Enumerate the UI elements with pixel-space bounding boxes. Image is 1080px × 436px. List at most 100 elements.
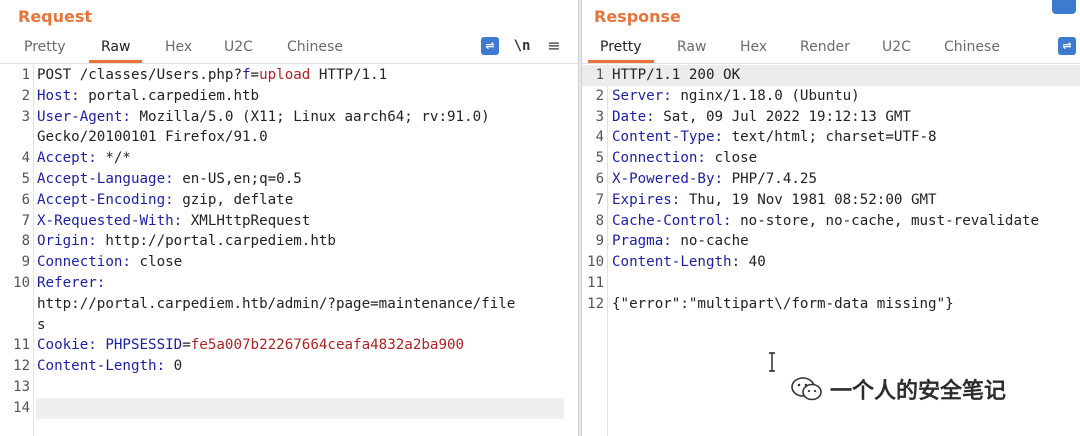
line-value: 0 xyxy=(165,358,183,375)
code-line[interactable]: 2 Server: nginx/1.18.0 (Ubuntu) xyxy=(582,86,1080,107)
line-number: 9 xyxy=(595,233,604,250)
wechat-icon xyxy=(790,376,824,402)
line-number: 7 xyxy=(21,212,30,229)
line-value: HTTP/1.1 200 OK xyxy=(612,67,741,83)
line-value: PHP/7.4.25 xyxy=(723,170,818,187)
line-value: Sat, 09 Jul 2022 19:12:13 GMT xyxy=(654,108,911,125)
line-text: Cookie: PHPSESSID=fe5a007b22267664ceafa4… xyxy=(37,335,464,356)
line-text: Content-Length: 40 xyxy=(612,252,766,273)
code-line[interactable]: s xyxy=(0,315,578,336)
tab-pretty[interactable]: Pretty xyxy=(588,37,653,63)
line-text: Connection: close xyxy=(37,252,182,273)
code-line[interactable]: 14 xyxy=(13,397,564,419)
header-name: Origin: xyxy=(37,233,97,250)
header-name: Connection: xyxy=(612,150,706,167)
menu-icon[interactable]: ≡ xyxy=(545,37,563,55)
line-value: Mozilla/5.0 (X11; Linux aarch64; rv:91.0… xyxy=(130,108,490,125)
line-number: 4 xyxy=(595,129,604,146)
line-value: s xyxy=(37,316,46,333)
line-value: no-cache xyxy=(671,233,749,250)
line-text: HTTP/1.1 200 OK xyxy=(612,65,740,86)
line-text: Cache-Control: no-store, no-cache, must-… xyxy=(612,211,1039,232)
newline-icon[interactable]: \n xyxy=(513,37,531,55)
header-name: Accept-Language: xyxy=(37,170,174,187)
tab-raw[interactable]: Raw xyxy=(88,37,144,63)
watermark-text: 一个人的安全笔记 xyxy=(830,379,1007,404)
tab-chinese[interactable]: Chinese xyxy=(287,37,343,59)
line-value: gzip, deflate xyxy=(173,191,294,208)
header-name: X-Powered-By: xyxy=(612,170,724,187)
line-value: XMLHttpRequest xyxy=(182,212,311,229)
layout-toggle-button[interactable] xyxy=(1052,0,1076,14)
code-line[interactable]: 3 Date: Sat, 09 Jul 2022 19:12:13 GMT xyxy=(582,107,1080,128)
line-number: 10 xyxy=(587,254,604,271)
line-number: 8 xyxy=(595,212,604,229)
line-number: 5 xyxy=(595,150,604,167)
code-line[interactable]: 3 User-Agent: Mozilla/5.0 (X11; Linux aar… xyxy=(0,107,578,128)
line-value: text/html; charset=UTF-8 xyxy=(723,129,937,146)
code-line[interactable]: 8 Cache-Control: no-store, no-cache, must… xyxy=(582,211,1080,232)
tab-pretty[interactable]: Pretty xyxy=(24,37,66,59)
line-text: Accept-Encoding: gzip, deflate xyxy=(37,190,293,211)
code-line[interactable]: 4 Accept: */* xyxy=(0,148,578,169)
line-value: */* xyxy=(96,150,131,167)
tab-hex[interactable]: Hex xyxy=(165,37,192,59)
request-editor[interactable]: 1 POST /classes/Users.php?f=upload HTTP/1… xyxy=(0,64,578,436)
code-line[interactable]: 12 Content-Length: 0 xyxy=(0,356,578,377)
line-text: Accept-Language: en-US,en;q=0.5 xyxy=(37,169,302,190)
code-line[interactable]: 12 {"error":"multipart\/form-data missing… xyxy=(582,294,1080,315)
param-value: fe5a007b22267664ceafa4832a2ba900 xyxy=(190,337,465,354)
code-line[interactable]: 7 Expires: Thu, 19 Nov 1981 08:52:00 GMT xyxy=(582,190,1080,211)
response-lines[interactable]: 1 HTTP/1.1 200 OK 2 Server: nginx/1.18.0 (U… xyxy=(582,65,1080,315)
header-name: Referer: xyxy=(37,274,106,291)
code-line[interactable]: 9 Connection: close xyxy=(0,252,578,273)
code-line[interactable]: 5 Accept-Language: en-US,en;q=0.5 xyxy=(0,169,578,190)
line-value: Gecko/20100101 Firefox/91.0 xyxy=(37,129,268,146)
response-title: Response xyxy=(594,7,681,26)
line-value: HTTP/1.1 xyxy=(310,67,388,83)
line-text: User-Agent: Mozilla/5.0 (X11; Linux aarc… xyxy=(37,107,490,128)
header-name: User-Agent: xyxy=(37,108,131,125)
line-value: = xyxy=(250,67,260,83)
header-name: Cache-Control: xyxy=(612,212,732,229)
code-line[interactable]: 10 Referer: xyxy=(0,273,578,294)
line-value: no-store, no-cache, must-revalidate xyxy=(731,212,1040,229)
code-line[interactable]: Gecko/20100101 Firefox/91.0 xyxy=(0,127,578,148)
wrap-icon[interactable]: ⇌ xyxy=(1058,37,1076,55)
watermark: 一个人的安全笔记 xyxy=(790,372,1006,406)
line-number: 2 xyxy=(21,87,30,104)
line-text: Connection: close xyxy=(612,148,757,169)
tab-raw[interactable]: Raw xyxy=(677,37,706,59)
code-line[interactable]: 13 xyxy=(0,377,578,398)
tab-hex[interactable]: Hex xyxy=(740,37,767,59)
line-text: Referer: xyxy=(37,273,105,294)
tab-chinese[interactable]: Chinese xyxy=(944,37,1000,59)
code-line[interactable]: 11 xyxy=(582,273,1080,294)
code-line[interactable]: 8 Origin: http://portal.carpediem.htb xyxy=(0,231,578,252)
tab-u2c[interactable]: U2C xyxy=(882,37,911,59)
line-number: 2 xyxy=(595,87,604,104)
header-name: Date: xyxy=(612,108,655,125)
code-line[interactable]: 1 POST /classes/Users.php?f=upload HTTP/1… xyxy=(0,65,578,86)
line-value: {"error":"multipart\/form-data missing"} xyxy=(612,295,954,312)
header-name: X-Requested-With: xyxy=(37,212,183,229)
code-line[interactable]: 6 Accept-Encoding: gzip, deflate xyxy=(0,190,578,211)
tab-u2c[interactable]: U2C xyxy=(224,37,253,59)
line-text: Pragma: no-cache xyxy=(612,231,749,252)
code-line[interactable]: 9 Pragma: no-cache xyxy=(582,231,1080,252)
tab-render[interactable]: Render xyxy=(800,37,850,59)
line-number: 1 xyxy=(595,67,604,83)
code-line[interactable]: 10 Content-Length: 40 xyxy=(582,252,1080,273)
wrap-icon[interactable]: ⇌ xyxy=(481,37,499,55)
header-name: Host: xyxy=(37,87,80,104)
line-text: Content-Length: 0 xyxy=(37,356,182,377)
code-line[interactable]: 2 Host: portal.carpediem.htb xyxy=(0,86,578,107)
code-line[interactable]: 1 HTTP/1.1 200 OK xyxy=(582,65,1080,86)
request-lines[interactable]: 1 POST /classes/Users.php?f=upload HTTP/1… xyxy=(0,65,578,419)
code-line[interactable]: 11 Cookie: PHPSESSID=fe5a007b22267664ceaf… xyxy=(0,335,578,356)
code-line[interactable]: 7 X-Requested-With: XMLHttpRequest xyxy=(0,211,578,232)
code-line[interactable]: 5 Connection: close xyxy=(582,148,1080,169)
code-line[interactable]: http://portal.carpediem.htb/admin/?page=… xyxy=(0,294,578,315)
code-line[interactable]: 6 X-Powered-By: PHP/7.4.25 xyxy=(582,169,1080,190)
code-line[interactable]: 4 Content-Type: text/html; charset=UTF-8 xyxy=(582,127,1080,148)
